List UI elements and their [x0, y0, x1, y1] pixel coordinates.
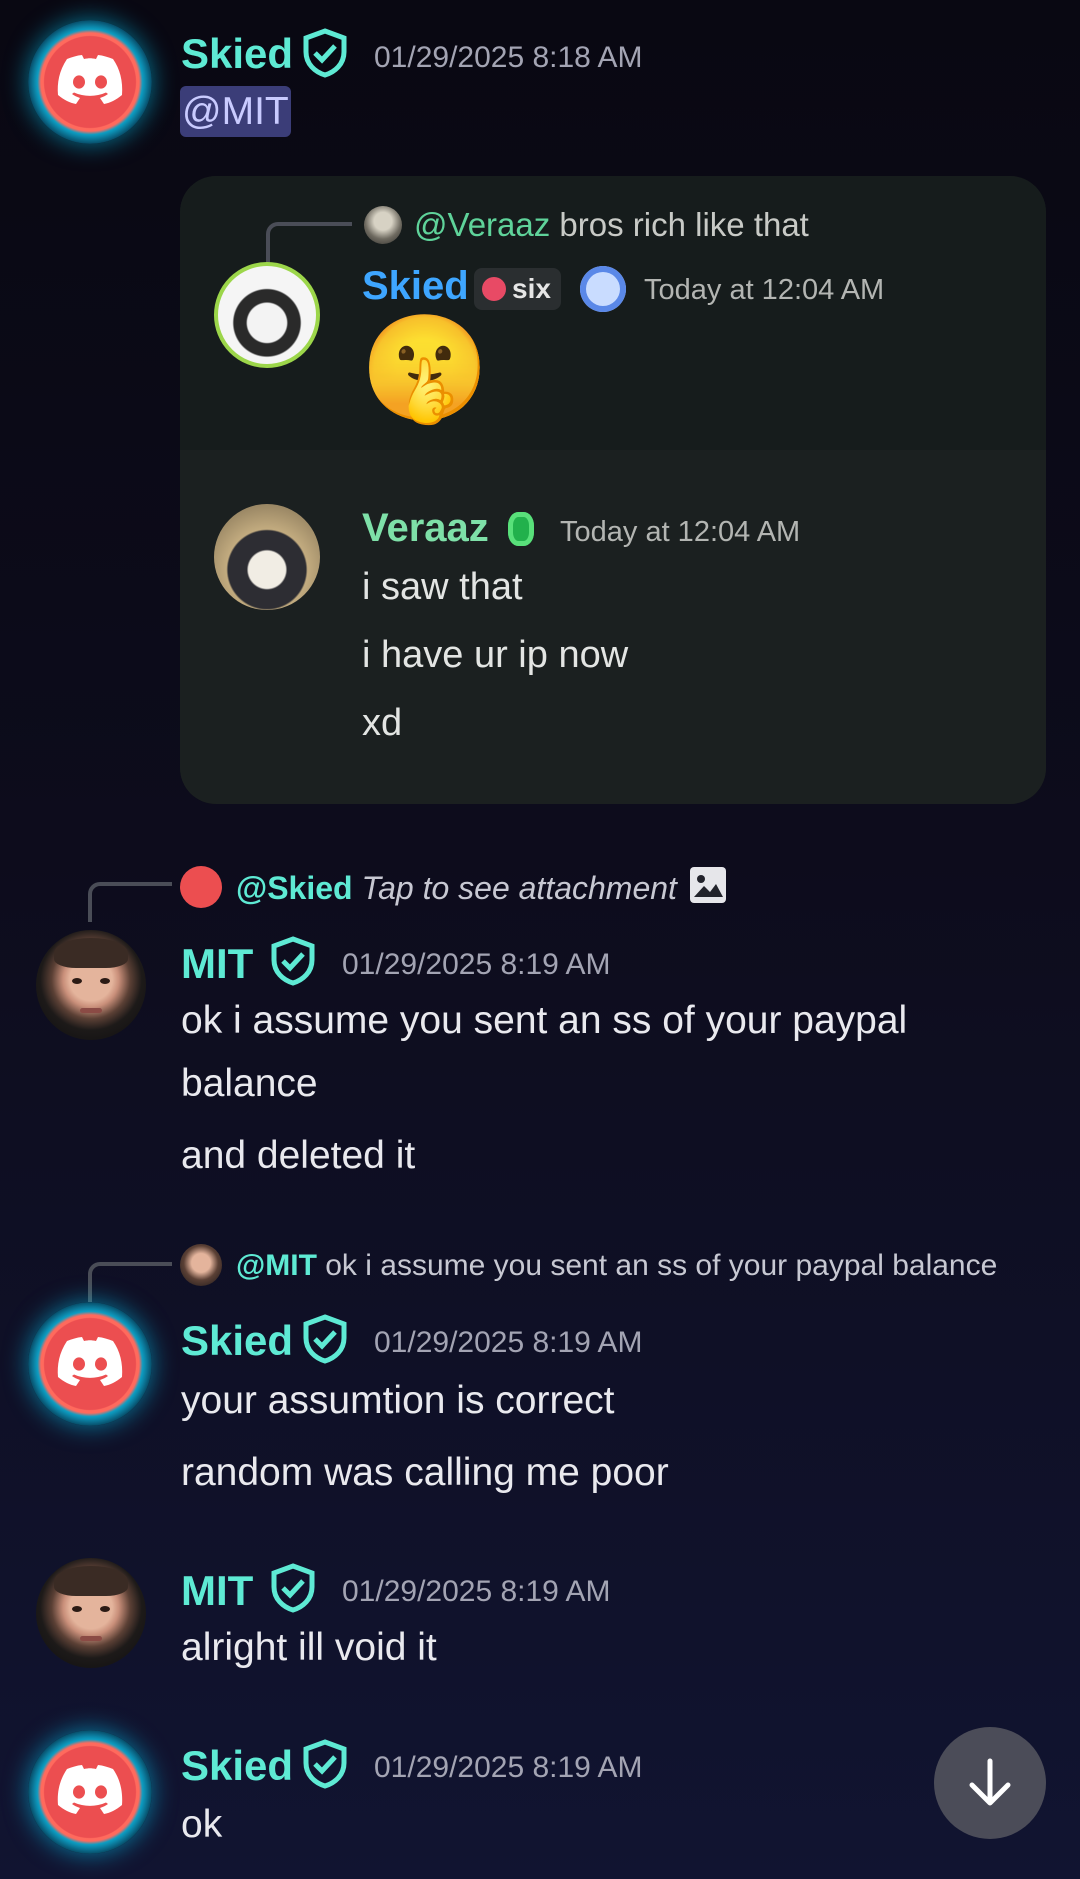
timestamp: 01/29/2025 8:18 AM: [374, 41, 643, 74]
reply-mention[interactable]: @MIT: [236, 1249, 317, 1282]
reply-avatar-skied[interactable]: [180, 866, 222, 908]
author-name[interactable]: Skied: [181, 33, 293, 75]
embed-line-3: xd: [362, 702, 403, 744]
timestamp: 01/29/2025 8:19 AM: [374, 1326, 643, 1359]
mention-mit[interactable]: @MIT: [180, 86, 291, 137]
discord-logo-icon: [57, 1765, 123, 1814]
embed-timestamp: Today at 12:04 AM: [560, 516, 801, 548]
tag-text: six: [512, 273, 551, 304]
embed-author-skied[interactable]: Skied: [362, 266, 469, 306]
author-name[interactable]: Skied: [181, 1320, 293, 1362]
avatar-veraaz[interactable]: [214, 504, 320, 610]
reply-connector: [88, 1262, 172, 1302]
verified-shield-icon: [268, 1563, 318, 1613]
avatar-skied[interactable]: [28, 1730, 152, 1854]
reply-preview[interactable]: @Veraaz bros rich like that: [414, 206, 809, 244]
app-badge-icon: [580, 266, 626, 312]
horseshoe-icon: [482, 277, 506, 301]
avatar-mit[interactable]: [36, 930, 146, 1040]
message-line: ok: [181, 1803, 223, 1846]
verified-shield-icon: [300, 28, 350, 78]
author-name[interactable]: MIT: [181, 943, 253, 985]
embed-line-1: i saw that: [362, 566, 523, 608]
timestamp: 01/29/2025 8:19 AM: [342, 1575, 611, 1608]
verified-shield-icon: [268, 936, 318, 986]
reply-mention[interactable]: @Veraaz: [414, 206, 550, 243]
embed-second-message: [180, 450, 1046, 804]
discord-logo-icon: [57, 55, 123, 104]
shushing-face-emoji: 🤫: [360, 307, 490, 429]
image-icon[interactable]: [690, 867, 726, 903]
verified-shield-icon: [300, 1739, 350, 1789]
message-line: alright ill void it: [181, 1626, 437, 1669]
avatar-skied-embed[interactable]: [214, 262, 320, 368]
avatar-skied[interactable]: [28, 1302, 152, 1426]
reply-connector: [88, 882, 172, 922]
embed-line-2: i have ur ip now: [362, 634, 629, 676]
reply-mention[interactable]: @Skied: [236, 870, 353, 906]
author-name[interactable]: MIT: [181, 1570, 253, 1612]
forwarded-messages-card: @Veraaz bros rich like that Skied six To…: [180, 176, 1046, 804]
avatar-mit[interactable]: [36, 1558, 146, 1668]
message-line: ok i assume you sent an ss of your paypa…: [181, 999, 908, 1042]
message-line: balance: [181, 1062, 318, 1105]
reply-text[interactable]: Tap to see attachment: [361, 870, 676, 906]
message-line: random was calling me poor: [181, 1451, 669, 1494]
author-name[interactable]: Skied: [181, 1745, 293, 1787]
message-line: your assumtion is correct: [181, 1379, 615, 1422]
embed-author-veraaz[interactable]: Veraaz: [362, 508, 489, 548]
scroll-to-bottom-button[interactable]: [934, 1727, 1046, 1839]
reply-preview[interactable]: @MIT ok i assume you sent an ss of your …: [236, 1246, 997, 1286]
gem-badge-icon: [508, 512, 534, 546]
reply-avatar-veraaz[interactable]: [364, 206, 402, 244]
reply-connector: [266, 222, 352, 266]
verified-shield-icon: [300, 1314, 350, 1364]
timestamp: 01/29/2025 8:19 AM: [374, 1751, 643, 1784]
discord-logo-icon: [57, 1337, 123, 1386]
message-line: and deleted it: [181, 1134, 416, 1177]
reply-preview[interactable]: @Skied Tap to see attachment: [236, 868, 677, 908]
arrow-down-icon: [969, 1758, 1011, 1806]
timestamp: 01/29/2025 8:19 AM: [342, 948, 611, 981]
reply-text[interactable]: ok i assume you sent an ss of your paypa…: [325, 1249, 997, 1282]
tag-pill[interactable]: six: [474, 268, 561, 310]
reply-text: bros rich like that: [559, 206, 809, 243]
avatar-skied[interactable]: [28, 20, 152, 144]
embed-timestamp: Today at 12:04 AM: [644, 274, 885, 306]
mention-text[interactable]: @MIT: [180, 86, 291, 137]
reply-avatar-mit[interactable]: [180, 1244, 222, 1286]
